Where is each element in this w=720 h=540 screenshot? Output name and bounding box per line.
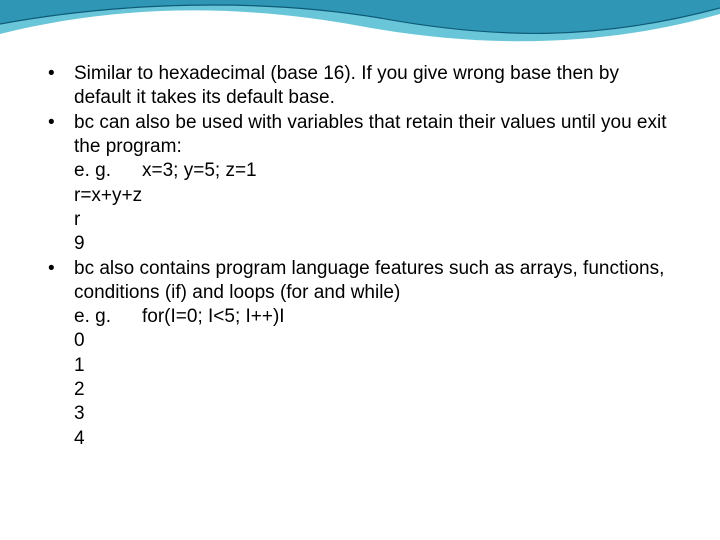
bullet-marker: •	[48, 62, 74, 111]
code-line: 0	[74, 329, 672, 353]
example-code: x=3; y=5; z=1	[142, 159, 257, 183]
code-line: 9	[74, 232, 672, 256]
bullet-text: Similar to hexadecimal (base 16). If you…	[74, 62, 672, 111]
bullet-text: bc also contains program language featur…	[74, 257, 672, 306]
header-wave-front	[0, 0, 720, 50]
code-line: 2	[74, 378, 672, 402]
content-area: • Similar to hexadecimal (base 16). If y…	[48, 62, 672, 451]
example-label: e. g.	[74, 159, 142, 183]
bullet-marker: •	[48, 111, 74, 160]
code-line: 1	[74, 354, 672, 378]
bullet-item: • bc also contains program language feat…	[48, 257, 672, 306]
code-line: r=x+y+z	[74, 184, 672, 208]
code-line: r	[74, 208, 672, 232]
bullet-marker: •	[48, 257, 74, 306]
example-line: e. g. x=3; y=5; z=1	[74, 159, 672, 183]
example-line: e. g. for(I=0; I<5; I++)I	[74, 305, 672, 329]
bullet-item: • Similar to hexadecimal (base 16). If y…	[48, 62, 672, 111]
slide: • Similar to hexadecimal (base 16). If y…	[0, 0, 720, 540]
bullet-text: bc can also be used with variables that …	[74, 111, 672, 160]
bullet-item: • bc can also be used with variables tha…	[48, 111, 672, 160]
example-code: for(I=0; I<5; I++)I	[142, 305, 285, 329]
example-label: e. g.	[74, 305, 142, 329]
code-line: 3	[74, 402, 672, 426]
code-line: 4	[74, 427, 672, 451]
